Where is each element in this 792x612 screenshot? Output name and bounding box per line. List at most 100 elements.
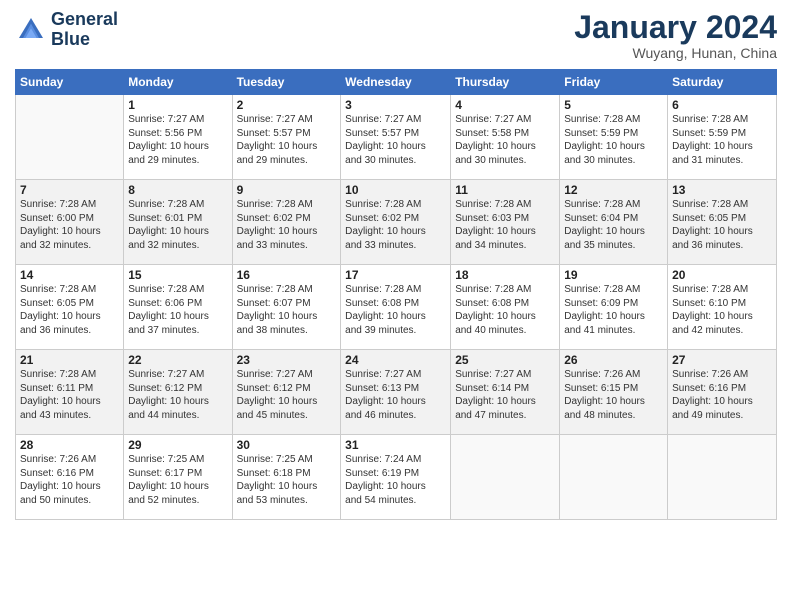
column-header-wednesday: Wednesday	[341, 70, 451, 95]
calendar-cell: 25Sunrise: 7:27 AMSunset: 6:14 PMDayligh…	[451, 350, 560, 435]
calendar-cell: 7Sunrise: 7:28 AMSunset: 6:00 PMDaylight…	[16, 180, 124, 265]
day-info: Sunrise: 7:28 AMSunset: 6:03 PMDaylight:…	[455, 198, 555, 252]
column-header-tuesday: Tuesday	[232, 70, 341, 95]
day-info: Sunrise: 7:28 AMSunset: 6:05 PMDaylight:…	[20, 283, 119, 337]
day-number: 31	[345, 438, 446, 452]
day-info: Sunrise: 7:28 AMSunset: 6:06 PMDaylight:…	[128, 283, 227, 337]
calendar-cell: 18Sunrise: 7:28 AMSunset: 6:08 PMDayligh…	[451, 265, 560, 350]
calendar-cell: 11Sunrise: 7:28 AMSunset: 6:03 PMDayligh…	[451, 180, 560, 265]
day-info: Sunrise: 7:28 AMSunset: 6:02 PMDaylight:…	[345, 198, 446, 252]
day-number: 24	[345, 353, 446, 367]
calendar-cell	[668, 435, 777, 520]
calendar-cell: 13Sunrise: 7:28 AMSunset: 6:05 PMDayligh…	[668, 180, 777, 265]
day-info: Sunrise: 7:27 AMSunset: 6:12 PMDaylight:…	[237, 368, 337, 422]
calendar-cell: 14Sunrise: 7:28 AMSunset: 6:05 PMDayligh…	[16, 265, 124, 350]
calendar-cell	[560, 435, 668, 520]
calendar-cell: 19Sunrise: 7:28 AMSunset: 6:09 PMDayligh…	[560, 265, 668, 350]
calendar-cell: 3Sunrise: 7:27 AMSunset: 5:57 PMDaylight…	[341, 95, 451, 180]
calendar-cell: 27Sunrise: 7:26 AMSunset: 6:16 PMDayligh…	[668, 350, 777, 435]
day-number: 14	[20, 268, 119, 282]
calendar-cell: 22Sunrise: 7:27 AMSunset: 6:12 PMDayligh…	[124, 350, 232, 435]
day-info: Sunrise: 7:27 AMSunset: 5:57 PMDaylight:…	[237, 113, 337, 167]
day-info: Sunrise: 7:26 AMSunset: 6:16 PMDaylight:…	[20, 453, 119, 507]
day-info: Sunrise: 7:27 AMSunset: 6:14 PMDaylight:…	[455, 368, 555, 422]
calendar-week-row: 14Sunrise: 7:28 AMSunset: 6:05 PMDayligh…	[16, 265, 777, 350]
day-info: Sunrise: 7:26 AMSunset: 6:15 PMDaylight:…	[564, 368, 663, 422]
day-info: Sunrise: 7:28 AMSunset: 5:59 PMDaylight:…	[672, 113, 772, 167]
calendar-cell: 24Sunrise: 7:27 AMSunset: 6:13 PMDayligh…	[341, 350, 451, 435]
day-info: Sunrise: 7:28 AMSunset: 6:11 PMDaylight:…	[20, 368, 119, 422]
calendar-cell: 6Sunrise: 7:28 AMSunset: 5:59 PMDaylight…	[668, 95, 777, 180]
calendar-cell: 17Sunrise: 7:28 AMSunset: 6:08 PMDayligh…	[341, 265, 451, 350]
day-number: 1	[128, 98, 227, 112]
calendar-cell: 4Sunrise: 7:27 AMSunset: 5:58 PMDaylight…	[451, 95, 560, 180]
day-number: 8	[128, 183, 227, 197]
calendar-cell: 31Sunrise: 7:24 AMSunset: 6:19 PMDayligh…	[341, 435, 451, 520]
day-info: Sunrise: 7:28 AMSunset: 6:05 PMDaylight:…	[672, 198, 772, 252]
calendar-cell: 1Sunrise: 7:27 AMSunset: 5:56 PMDaylight…	[124, 95, 232, 180]
calendar-cell: 26Sunrise: 7:26 AMSunset: 6:15 PMDayligh…	[560, 350, 668, 435]
location: Wuyang, Hunan, China	[574, 45, 777, 61]
title-section: January 2024 Wuyang, Hunan, China	[574, 10, 777, 61]
day-number: 28	[20, 438, 119, 452]
day-info: Sunrise: 7:27 AMSunset: 6:12 PMDaylight:…	[128, 368, 227, 422]
column-header-monday: Monday	[124, 70, 232, 95]
day-number: 13	[672, 183, 772, 197]
day-number: 12	[564, 183, 663, 197]
calendar-cell: 12Sunrise: 7:28 AMSunset: 6:04 PMDayligh…	[560, 180, 668, 265]
day-number: 2	[237, 98, 337, 112]
column-header-saturday: Saturday	[668, 70, 777, 95]
page: General Blue January 2024 Wuyang, Hunan,…	[0, 0, 792, 612]
day-number: 29	[128, 438, 227, 452]
calendar-table: SundayMondayTuesdayWednesdayThursdayFrid…	[15, 69, 777, 520]
calendar-cell: 20Sunrise: 7:28 AMSunset: 6:10 PMDayligh…	[668, 265, 777, 350]
day-info: Sunrise: 7:28 AMSunset: 6:04 PMDaylight:…	[564, 198, 663, 252]
day-number: 7	[20, 183, 119, 197]
day-number: 6	[672, 98, 772, 112]
day-info: Sunrise: 7:27 AMSunset: 5:57 PMDaylight:…	[345, 113, 446, 167]
day-info: Sunrise: 7:28 AMSunset: 5:59 PMDaylight:…	[564, 113, 663, 167]
day-info: Sunrise: 7:28 AMSunset: 6:08 PMDaylight:…	[345, 283, 446, 337]
logo-line2: Blue	[51, 30, 118, 50]
day-number: 17	[345, 268, 446, 282]
calendar-cell: 5Sunrise: 7:28 AMSunset: 5:59 PMDaylight…	[560, 95, 668, 180]
day-info: Sunrise: 7:27 AMSunset: 5:58 PMDaylight:…	[455, 113, 555, 167]
calendar-cell: 29Sunrise: 7:25 AMSunset: 6:17 PMDayligh…	[124, 435, 232, 520]
logo: General Blue	[15, 10, 118, 50]
calendar-cell: 10Sunrise: 7:28 AMSunset: 6:02 PMDayligh…	[341, 180, 451, 265]
day-number: 16	[237, 268, 337, 282]
day-info: Sunrise: 7:28 AMSunset: 6:07 PMDaylight:…	[237, 283, 337, 337]
logo-line1: General	[51, 10, 118, 30]
day-info: Sunrise: 7:25 AMSunset: 6:18 PMDaylight:…	[237, 453, 337, 507]
day-info: Sunrise: 7:28 AMSunset: 6:08 PMDaylight:…	[455, 283, 555, 337]
calendar-week-row: 28Sunrise: 7:26 AMSunset: 6:16 PMDayligh…	[16, 435, 777, 520]
day-number: 21	[20, 353, 119, 367]
day-info: Sunrise: 7:27 AMSunset: 6:13 PMDaylight:…	[345, 368, 446, 422]
day-number: 4	[455, 98, 555, 112]
day-info: Sunrise: 7:26 AMSunset: 6:16 PMDaylight:…	[672, 368, 772, 422]
calendar-cell	[451, 435, 560, 520]
day-number: 19	[564, 268, 663, 282]
calendar-cell: 28Sunrise: 7:26 AMSunset: 6:16 PMDayligh…	[16, 435, 124, 520]
day-number: 30	[237, 438, 337, 452]
calendar-week-row: 7Sunrise: 7:28 AMSunset: 6:00 PMDaylight…	[16, 180, 777, 265]
day-info: Sunrise: 7:28 AMSunset: 6:09 PMDaylight:…	[564, 283, 663, 337]
calendar-cell: 9Sunrise: 7:28 AMSunset: 6:02 PMDaylight…	[232, 180, 341, 265]
day-number: 10	[345, 183, 446, 197]
calendar-week-row: 1Sunrise: 7:27 AMSunset: 5:56 PMDaylight…	[16, 95, 777, 180]
calendar-header-row: SundayMondayTuesdayWednesdayThursdayFrid…	[16, 70, 777, 95]
column-header-friday: Friday	[560, 70, 668, 95]
day-number: 25	[455, 353, 555, 367]
calendar-cell: 21Sunrise: 7:28 AMSunset: 6:11 PMDayligh…	[16, 350, 124, 435]
calendar-cell: 30Sunrise: 7:25 AMSunset: 6:18 PMDayligh…	[232, 435, 341, 520]
calendar-cell: 15Sunrise: 7:28 AMSunset: 6:06 PMDayligh…	[124, 265, 232, 350]
day-number: 23	[237, 353, 337, 367]
calendar-cell: 16Sunrise: 7:28 AMSunset: 6:07 PMDayligh…	[232, 265, 341, 350]
day-number: 27	[672, 353, 772, 367]
day-number: 20	[672, 268, 772, 282]
calendar-cell: 8Sunrise: 7:28 AMSunset: 6:01 PMDaylight…	[124, 180, 232, 265]
header: General Blue January 2024 Wuyang, Hunan,…	[15, 10, 777, 61]
calendar-cell: 2Sunrise: 7:27 AMSunset: 5:57 PMDaylight…	[232, 95, 341, 180]
column-header-thursday: Thursday	[451, 70, 560, 95]
logo-icon	[15, 14, 47, 46]
